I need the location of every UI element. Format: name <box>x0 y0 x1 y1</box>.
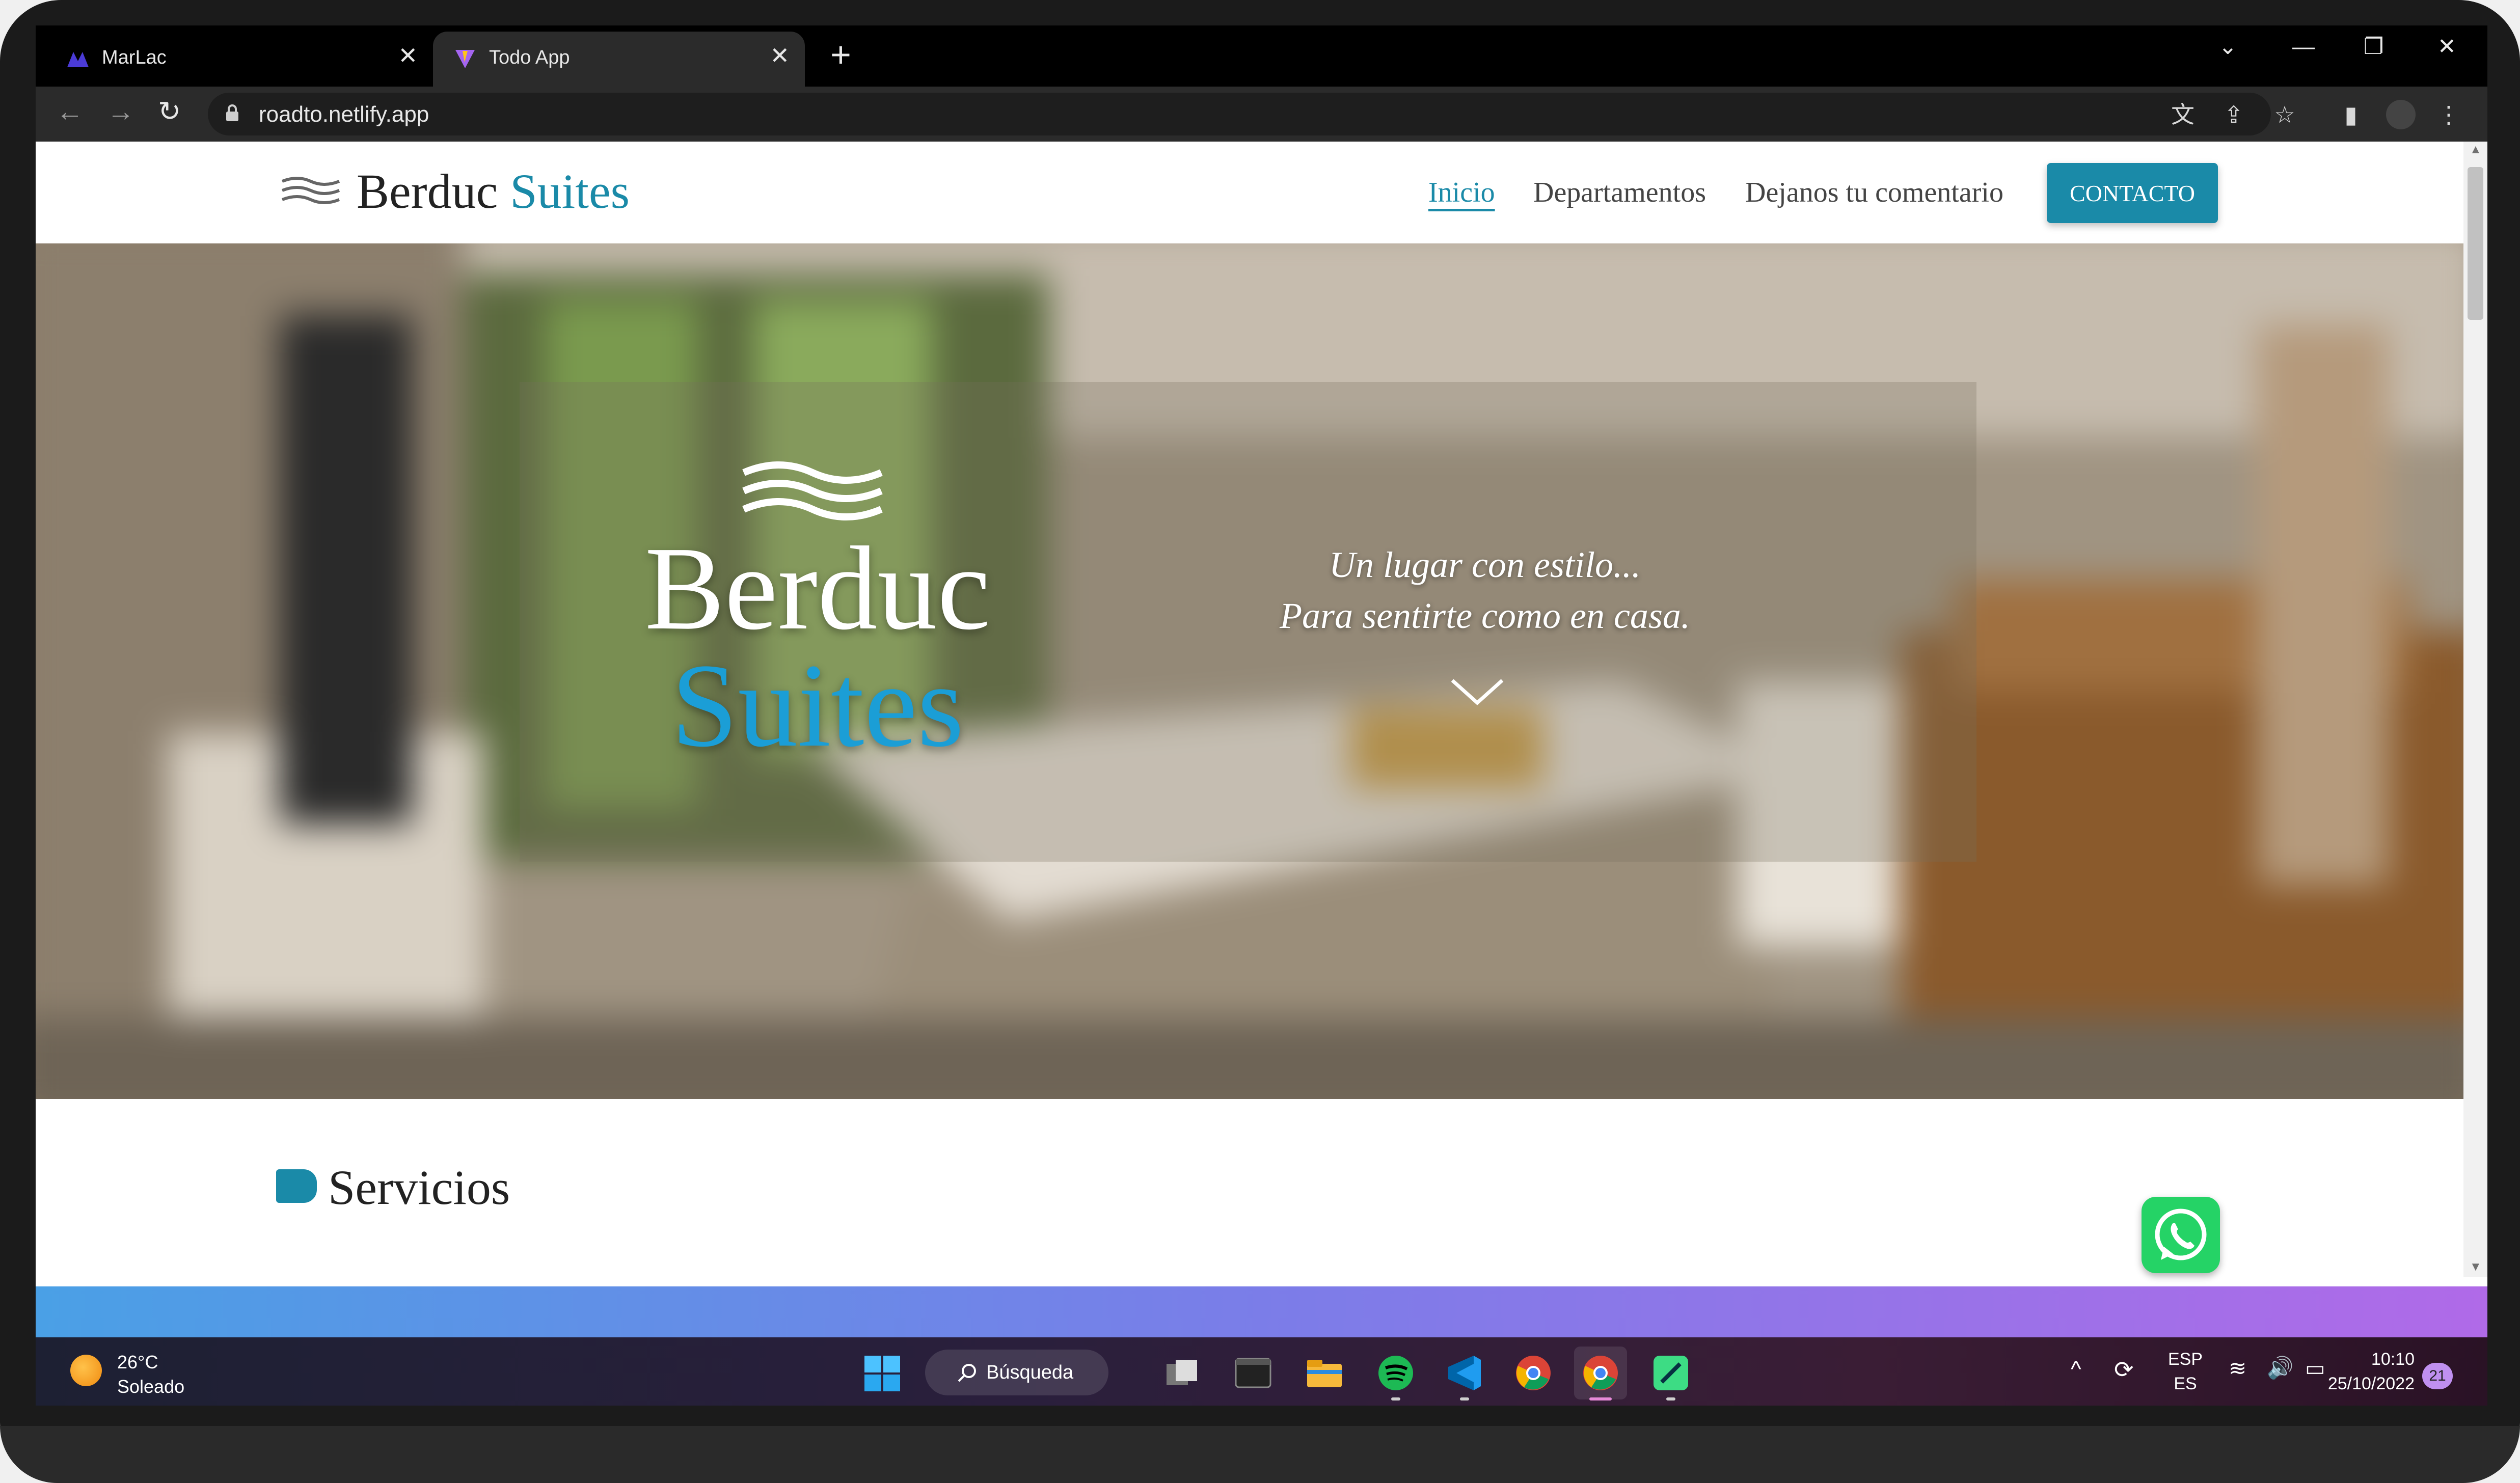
tab-title: Todo App <box>489 47 570 68</box>
tab-title: MarLac <box>102 47 167 68</box>
vite-favicon-icon <box>455 50 475 68</box>
hero-waves-icon <box>742 461 883 520</box>
profile-avatar[interactable] <box>2386 100 2416 129</box>
bookmark-star-icon[interactable]: ☆ <box>2272 102 2297 127</box>
back-button[interactable]: ← <box>56 98 84 125</box>
scrollbar-thumb[interactable] <box>2468 167 2483 320</box>
share-icon[interactable]: ⇪ <box>2221 102 2246 127</box>
browser-toolbar: ← → ↻ roadto.netlify.app ⽂ ⇪ ☆ ▮ ⋮ <box>36 87 2487 142</box>
running-indicator <box>1460 1397 1469 1400</box>
page-viewport: Berduc Suites Inicio Departamentos Dejan… <box>36 142 2487 1286</box>
vscode-icon[interactable] <box>1444 1353 1485 1393</box>
marlac-favicon-icon <box>67 52 89 67</box>
scroll-down-arrow[interactable]: ▼ <box>2470 1260 2482 1274</box>
active-indicator <box>1589 1397 1612 1400</box>
windows-start-icon[interactable] <box>863 1355 901 1392</box>
hero-title-berduc: Berduc <box>644 522 991 654</box>
weather-temperature[interactable]: 26°C <box>117 1352 158 1373</box>
lang-secondary[interactable]: ES <box>2165 1374 2206 1394</box>
address-bar[interactable]: roadto.netlify.app <box>208 93 2271 135</box>
task-view-icon[interactable] <box>1161 1353 1202 1393</box>
sync-icon[interactable]: ⟳ <box>2114 1356 2134 1383</box>
hero-section: Berduc Suites Un lugar con estilo... Par… <box>36 243 2463 1099</box>
hero-tagline-2: Para sentirte como en casa. <box>1280 595 1690 636</box>
brand-accent: Suites <box>510 164 630 218</box>
services-title: Servicios <box>328 1160 510 1215</box>
whatsapp-button[interactable] <box>2142 1197 2220 1273</box>
contact-button[interactable]: CONTACTO <box>2047 163 2218 223</box>
restore-button[interactable]: ❐ <box>2364 36 2383 58</box>
tab-close-icon[interactable]: ✕ <box>398 44 418 67</box>
site-navbar: Berduc Suites Inicio Departamentos Dejan… <box>36 142 2463 243</box>
translate-icon[interactable]: ⽂ <box>2170 102 2196 127</box>
screen: MarLac ✕ Todo App ✕ + ⌄ — ❐ ✕ ← → ↻ road… <box>36 25 2487 1406</box>
side-panel-icon[interactable]: ▮ <box>2338 102 2364 127</box>
sun-weather-icon[interactable] <box>70 1355 102 1386</box>
hero-tagline-1: Un lugar con estilo... <box>1329 544 1641 585</box>
volume-icon[interactable]: 🔊 <box>2267 1356 2293 1381</box>
terminal-icon[interactable] <box>1233 1353 1273 1393</box>
brand-waves-icon <box>281 177 340 204</box>
services-section: Servicios <box>36 1099 2463 1286</box>
lock-icon <box>226 104 238 121</box>
tab-close-icon[interactable]: ✕ <box>770 44 790 67</box>
file-explorer-icon[interactable] <box>1304 1353 1345 1393</box>
nav-inicio[interactable]: Inicio <box>1428 176 1495 209</box>
tab-todo-app[interactable]: Todo App ✕ <box>433 32 805 87</box>
brand-name: Berduc <box>357 164 498 218</box>
url-text: roadto.netlify.app <box>259 102 429 127</box>
section-marker-icon <box>276 1169 317 1203</box>
whatsapp-icon <box>2155 1209 2207 1260</box>
minimize-button[interactable]: — <box>2292 36 2315 58</box>
weather-description[interactable]: Soleado <box>117 1376 184 1397</box>
chrome-icon[interactable] <box>1513 1353 1554 1393</box>
laptop-base <box>0 1426 2520 1483</box>
brand-logo[interactable]: Berduc Suites <box>357 163 630 219</box>
nav-departamentos[interactable]: Departamentos <box>1533 176 1706 209</box>
tab-search-icon[interactable]: ⌄ <box>2218 36 2237 58</box>
spotify-icon[interactable] <box>1375 1353 1416 1393</box>
scroll-up-arrow[interactable]: ▲ <box>2470 143 2482 157</box>
tab-marlac[interactable]: MarLac ✕ <box>46 32 433 87</box>
scroll-down-chevron-icon[interactable] <box>1449 676 1505 707</box>
running-indicator <box>1391 1397 1400 1400</box>
clock-time[interactable]: 10:10 <box>2343 1350 2415 1369</box>
close-window-button[interactable]: ✕ <box>2437 36 2456 58</box>
show-hidden-icons[interactable]: ^ <box>2071 1357 2081 1382</box>
android-studio-icon[interactable] <box>1650 1353 1691 1393</box>
search-icon <box>958 1364 976 1382</box>
taskbar-search[interactable]: Búsqueda <box>925 1350 1108 1395</box>
menu-kebab-icon[interactable]: ⋮ <box>2436 102 2461 127</box>
nav-comentario[interactable]: Dejanos tu comentario <box>1745 176 2003 209</box>
search-label: Búsqueda <box>986 1362 1074 1383</box>
clock-date[interactable]: 25/10/2022 <box>2308 1374 2415 1394</box>
wifi-icon[interactable]: ≋ <box>2229 1356 2246 1381</box>
hero-title-suites: Suites <box>671 639 964 772</box>
chrome-profile-icon[interactable] <box>1580 1353 1621 1393</box>
desktop-wallpaper-strip <box>36 1286 2487 1337</box>
reload-button[interactable]: ↻ <box>158 98 181 125</box>
lang-primary[interactable]: ESP <box>2165 1350 2206 1369</box>
forward-button[interactable]: → <box>107 98 134 125</box>
notification-badge[interactable]: 21 <box>2422 1363 2453 1389</box>
tab-strip: MarLac ✕ Todo App ✕ + ⌄ — ❐ ✕ <box>36 25 2487 87</box>
running-indicator <box>1666 1397 1675 1400</box>
new-tab-button[interactable]: + <box>830 37 851 72</box>
page-scrollbar[interactable]: ▲ ▼ <box>2463 142 2487 1277</box>
windows-taskbar: 26°C Soleado Búsqueda ^ ⟳ ESP ES ≋ 🔊 ▭ 1… <box>36 1337 2487 1406</box>
